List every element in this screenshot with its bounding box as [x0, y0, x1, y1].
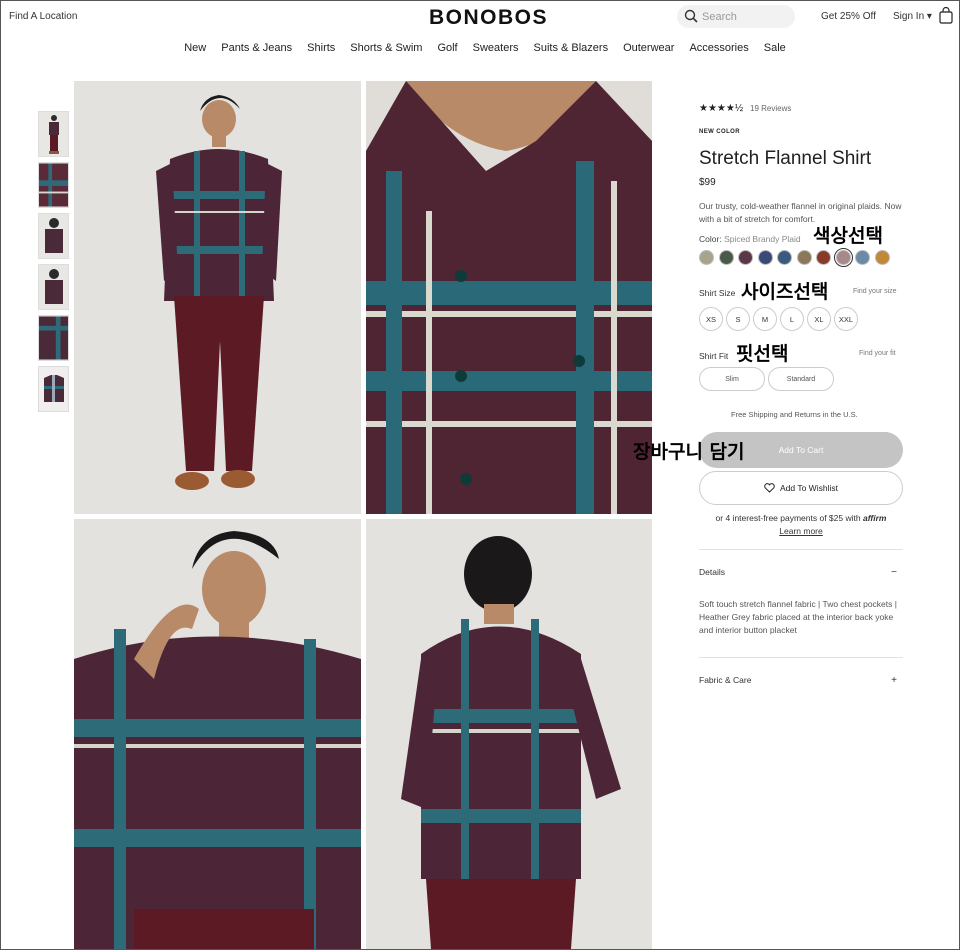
nav-item-shorts-swim[interactable]: Shorts & Swim	[350, 42, 422, 54]
thumbnail-collar-closeup[interactable]	[38, 162, 69, 208]
product-image-collar-closeup[interactable]	[366, 81, 652, 514]
color-swatch-2[interactable]	[718, 250, 734, 265]
product-page: Find A Location BONOBOS Search Get 25% O…	[0, 0, 960, 950]
reviews-link[interactable]: 19 Reviews	[750, 104, 791, 113]
color-value: Spiced Brandy Plaid	[724, 234, 801, 244]
model-front-icon	[44, 218, 63, 253]
color-swatch-1[interactable]	[699, 250, 714, 265]
logo[interactable]: BONOBOS	[429, 6, 548, 30]
plaid-closeup-icon	[39, 163, 68, 207]
nav-item-outerwear[interactable]: Outerwear	[623, 42, 674, 54]
color-swatch-9[interactable]	[855, 250, 870, 265]
color-swatch-7[interactable]	[816, 250, 831, 265]
find-location-link[interactable]: Find A Location	[9, 11, 77, 22]
size-label: Shirt Size	[699, 288, 736, 298]
product-image-full-body[interactable]	[74, 81, 361, 514]
color-swatch-4[interactable]	[757, 250, 773, 265]
nav-item-pants-jeans[interactable]: Pants & Jeans	[221, 42, 292, 54]
details-text: Soft touch stretch flannel fabric | Two …	[699, 599, 897, 635]
product-title: Stretch Flannel Shirt	[699, 148, 872, 169]
search-placeholder: Search	[702, 11, 737, 23]
fabric-care-accordion[interactable]: Fabric & Care +	[699, 675, 903, 686]
color-swatches	[699, 248, 890, 267]
thumbnail-flat-lay[interactable]	[38, 366, 69, 412]
main-nav: New Pants & Jeans Shirts Shorts & Swim G…	[1, 42, 959, 54]
find-your-size-link[interactable]: Find your size	[853, 288, 897, 295]
fabric-care-label: Fabric & Care	[699, 675, 752, 685]
model-full-body-image	[74, 81, 361, 514]
model-full-body-icon	[48, 115, 59, 154]
nav-item-sweaters[interactable]: Sweaters	[473, 42, 519, 54]
folded-shirt-icon	[43, 375, 64, 402]
find-your-fit-link[interactable]: Find your fit	[859, 350, 896, 357]
top-bar: Find A Location BONOBOS Search Get 25% O…	[1, 1, 959, 33]
fit-option-slim[interactable]: Slim	[699, 367, 765, 391]
divider	[699, 657, 903, 658]
size-option-xs[interactable]: XS	[699, 307, 723, 331]
nav-item-new[interactable]: New	[184, 42, 206, 54]
thumbnail-full-body[interactable]	[38, 111, 69, 157]
color-swatch-8[interactable]	[833, 248, 853, 267]
nav-item-shirts[interactable]: Shirts	[307, 42, 335, 54]
collapse-icon: −	[891, 567, 897, 578]
affirm-payments: or 4 interest-free payments of $25 with …	[699, 512, 903, 538]
annotation-size-select: 사이즈선택	[741, 281, 829, 303]
nav-item-golf[interactable]: Golf	[437, 42, 457, 54]
search-input[interactable]: Search	[677, 5, 795, 28]
color-swatch-3[interactable]	[738, 250, 753, 265]
details-accordion[interactable]: Details −	[699, 567, 903, 578]
collar-closeup-image	[366, 81, 652, 514]
product-price: $99	[699, 177, 716, 188]
fit-options: Slim Standard	[699, 367, 834, 391]
new-color-badge: NEW COLOR	[699, 129, 740, 135]
annotation-add-cart: 장바구니 담기	[633, 441, 745, 463]
shipping-note: Free Shipping and Returns in the U.S.	[731, 410, 858, 419]
nav-item-accessories[interactable]: Accessories	[689, 42, 748, 54]
color-swatch-6[interactable]	[796, 250, 812, 265]
model-back-pose-image	[366, 519, 652, 949]
size-option-xl[interactable]: XL	[807, 307, 831, 331]
size-option-s[interactable]: S	[726, 307, 750, 331]
plaid-detail-icon	[39, 316, 68, 360]
add-to-cart-label: Add To Cart	[778, 445, 824, 455]
add-to-wishlist-label: Add To Wishlist	[780, 483, 838, 493]
size-option-l[interactable]: L	[780, 307, 804, 331]
thumbnail-back-pose[interactable]	[38, 264, 69, 310]
color-swatch-5[interactable]	[777, 250, 792, 265]
affirm-learn-more-link[interactable]: Learn more	[779, 526, 822, 536]
size-option-xxl[interactable]: XXL	[834, 307, 858, 331]
affirm-text: or 4 interest-free payments of $25 with	[715, 513, 861, 523]
nav-item-sale[interactable]: Sale	[764, 42, 786, 54]
fit-label: Shirt Fit	[699, 351, 729, 361]
thumbnail-front-pose[interactable]	[38, 213, 69, 259]
model-front-pose-image	[74, 519, 361, 949]
product-image-front-pose[interactable]	[74, 519, 361, 949]
shopping-bag-icon[interactable]	[939, 7, 953, 24]
promo-link[interactable]: Get 25% Off	[821, 11, 876, 22]
expand-icon: +	[891, 675, 897, 686]
nav-item-suits-blazers[interactable]: Suits & Blazers	[533, 42, 608, 54]
details-label: Details	[699, 567, 725, 577]
search-icon	[684, 9, 698, 23]
affirm-logo: affirm	[862, 513, 887, 523]
fit-option-standard[interactable]: Standard	[768, 367, 834, 391]
color-swatch-10[interactable]	[874, 250, 890, 265]
thumbnail-strip	[38, 111, 70, 417]
thumbnail-detail[interactable]	[38, 315, 69, 361]
annotation-color-select: 색상선택	[813, 225, 883, 247]
size-options: XS S M L XL XXL	[699, 307, 858, 331]
size-option-m[interactable]: M	[753, 307, 777, 331]
add-to-wishlist-button[interactable]: Add To Wishlist	[699, 471, 903, 505]
color-label-text: Color:	[699, 234, 722, 244]
sign-in-menu[interactable]: Sign In ▾	[893, 11, 932, 22]
color-label: Color: Spiced Brandy Plaid	[699, 234, 801, 244]
model-back-icon	[44, 269, 63, 304]
product-image-back-pose[interactable]	[366, 519, 652, 949]
heart-icon	[764, 483, 775, 493]
annotation-fit-select: 핏선택	[736, 343, 789, 365]
divider	[699, 549, 903, 550]
rating-stars[interactable]: ★★★★½	[699, 103, 743, 114]
